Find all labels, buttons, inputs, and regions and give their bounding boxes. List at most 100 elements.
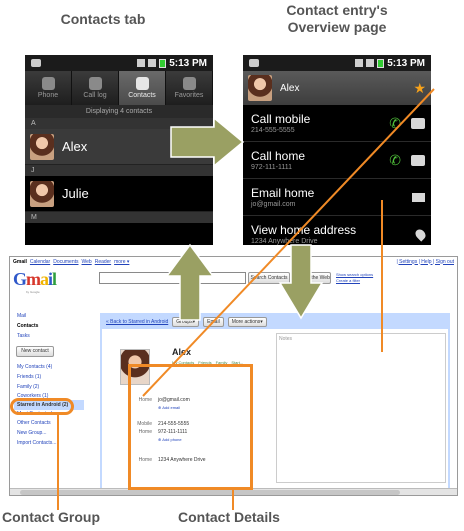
group-family[interactable]: Family (2) [14,382,84,392]
avatar [30,133,54,160]
top-link-calendar[interactable]: Calendar [30,259,50,265]
tab-call-log[interactable]: Call log [72,71,119,105]
caption-overview: Contact entry's Overview page [262,2,412,36]
phone-contacts-screen: 5:13 PM Phone Call log Contacts Favorite… [25,55,213,245]
tab-label: Phone [37,92,59,99]
notes-field[interactable]: Notes [276,333,446,483]
call-icon[interactable]: ✆ [389,152,401,169]
contacts-sidebar: Mail Contacts Tasks New contact My Conta… [14,311,84,448]
network-icon [355,59,364,67]
gmail-top-bar: Gmail Calendar Documents Web Reader more… [10,257,457,266]
caption-contacts-tab: Contacts tab [60,11,146,27]
contact-row-julie[interactable]: Julie [25,176,213,212]
call-icon[interactable]: ✆ [389,115,401,132]
create-filter-link[interactable]: Create a filter [336,278,360,283]
overview-header: Alex ★ [243,71,431,105]
row-text: Call mobile 214-555-5555 [251,112,389,135]
top-link-gmail[interactable]: Gmail [13,259,27,265]
signal-icon [148,59,157,67]
tab-favorites[interactable]: Favorites [166,71,213,105]
scrollbar-thumb[interactable] [20,490,400,495]
row-sub: jo@gmail.com [251,200,296,208]
account-links-text[interactable]: | Settings | Help | Sign out [396,259,454,265]
row-text: View home address 1234 Anywhere Drive [251,223,416,246]
new-contact-button[interactable]: New contact [16,346,54,357]
contact-name: Julie [62,186,89,201]
caption-contact-group: Contact Group [2,509,100,525]
row-sub: 1234 Anywhere Drive [251,237,318,245]
nav-tasks[interactable]: Tasks [14,331,84,341]
notes-label: Notes [279,336,293,342]
contact-count: Displaying 4 contacts [25,105,213,118]
contact-group-leader-line [57,414,59,510]
section-header: A [25,118,213,129]
nav-contacts[interactable]: Contacts [14,321,84,331]
top-link-documents[interactable]: Documents [53,259,78,265]
phone-icon [41,77,55,90]
row-sub: 972-111-1111 [251,163,292,171]
tab-contacts[interactable]: Contacts [119,71,166,105]
call-home-row[interactable]: Call home 972-111-1111 ✆ [243,142,431,179]
signal-icon [366,59,375,67]
notification-icon [31,59,41,67]
star-icon[interactable]: ★ [413,80,426,97]
call-log-icon [88,77,102,90]
search-input[interactable] [99,272,246,284]
logo-subtitle: by Google [26,290,40,294]
search-web-button[interactable]: Search the Web [293,272,331,284]
network-icon [137,59,146,67]
caption-overview-line1: Contact entry's [286,2,388,18]
row-sub: 214-555-5555 [251,126,295,134]
row-text: Email home jo@gmail.com [251,186,412,209]
overview-contact-name: Alex [280,82,300,94]
row-main: Call mobile [251,111,311,126]
section-header: J [25,165,213,176]
status-time: 5:13 PM [387,57,425,69]
view-address-row[interactable]: View home address 1234 Anywhere Drive [243,216,431,245]
nav-mail[interactable]: Mail [14,311,84,321]
star-icon [182,77,196,90]
battery-icon [377,58,385,68]
tab-phone[interactable]: Phone [25,71,72,105]
top-link-web[interactable]: Web [82,259,92,265]
other-contacts-link[interactable]: Other Contacts [14,418,84,428]
message-icon[interactable] [411,154,425,166]
status-bar: 5:13 PM [25,55,213,71]
top-link-reader[interactable]: Reader [95,259,111,265]
status-time: 5:13 PM [169,57,207,69]
dialer-tabs: Phone Call log Contacts Favorites [25,71,213,105]
section-header: M [25,212,213,223]
search-contacts-button[interactable]: Search Contacts [248,272,290,284]
contact-row-alex[interactable]: Alex [25,129,213,165]
groups-button[interactable]: Groups▾ [172,317,200,327]
avatar [30,180,54,207]
group-my-contacts[interactable]: My Contacts (4) [14,362,84,372]
message-icon[interactable] [411,117,425,129]
back-link[interactable]: « Back to Starred in Android [106,319,168,325]
overview-leader-line [381,200,383,352]
tab-label: Call log [83,92,107,99]
status-bar: 5:13 PM [243,55,431,71]
top-link-more[interactable]: more ▾ [114,259,129,265]
row-main: View home address [251,222,357,237]
more-actions-button[interactable]: More actions▾ [227,317,267,327]
caption-overview-line2: Overview page [287,19,387,35]
email-icon[interactable] [412,192,425,202]
contact-details-leader-line [232,489,234,510]
account-links[interactable]: | Settings | Help | Sign out [396,259,454,265]
contact-name: Alex [172,347,192,357]
contact-toolbar: « Back to Starred in Android Groups▾ Ema… [102,315,448,329]
import-contacts-link[interactable]: Import Contacts... [14,438,84,448]
email-home-row[interactable]: Email home jo@gmail.com [243,179,431,216]
tab-label: Favorites [174,92,204,99]
contact-details-highlight [128,364,253,490]
contacts-icon [135,77,149,90]
row-text: Call home 972-111-1111 [251,149,389,172]
new-group-link[interactable]: New Group... [14,428,84,438]
email-button[interactable]: Email [203,317,224,327]
avatar [248,75,272,101]
group-friends[interactable]: Friends (1) [14,372,84,382]
call-mobile-row[interactable]: Call mobile 214-555-5555 ✆ [243,105,431,142]
show-search-options-link[interactable]: Show search options [336,272,373,277]
row-main: Call home [251,148,306,163]
